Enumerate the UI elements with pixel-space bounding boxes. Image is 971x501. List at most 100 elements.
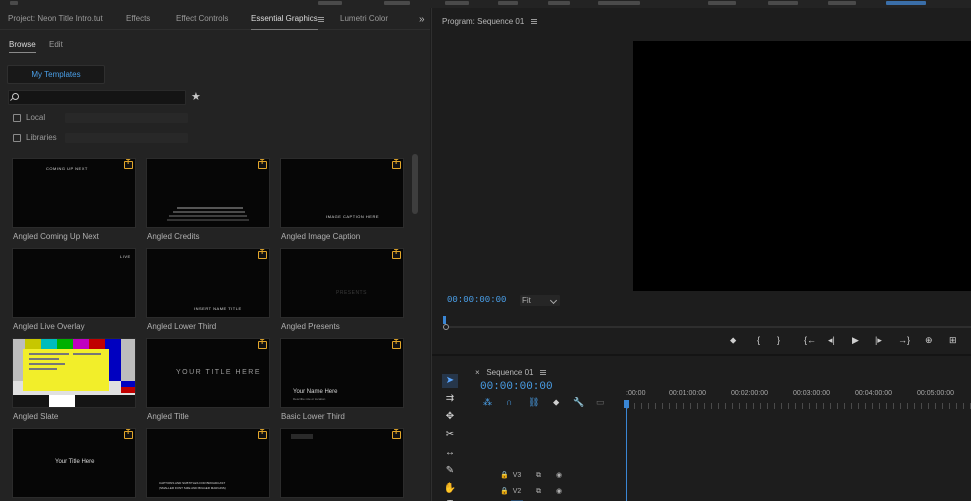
tab-effects[interactable]: Effects bbox=[126, 8, 150, 30]
program-timecode[interactable]: 00:00:00:00 bbox=[447, 295, 506, 305]
template-thumb-angled-image-caption[interactable]: IMAGE CAPTION HERE bbox=[280, 158, 404, 228]
timeline-timecode[interactable]: 00:00:00:00 bbox=[480, 381, 553, 393]
track-label[interactable]: V2 bbox=[511, 486, 523, 497]
template-label[interactable]: Angled Slate bbox=[13, 412, 58, 421]
template-thumb-angled-live-overlay[interactable]: LIVE bbox=[12, 248, 136, 318]
workspace-tab-active[interactable] bbox=[886, 1, 926, 5]
scrollbar-thumb[interactable] bbox=[412, 154, 418, 214]
workspace-tab[interactable] bbox=[598, 1, 640, 5]
timeline-settings-wrench-icon[interactable]: 🔧 bbox=[573, 397, 584, 408]
ripple-edit-tool-icon[interactable]: ✥ bbox=[442, 410, 458, 424]
my-templates-dropdown[interactable]: My Templates bbox=[7, 65, 105, 84]
nest-toggle-icon[interactable]: ⁂ bbox=[483, 397, 492, 408]
hand-tool-icon[interactable]: ✋ bbox=[442, 482, 458, 496]
timeline-ruler[interactable] bbox=[627, 403, 971, 409]
libraries-select[interactable] bbox=[65, 133, 188, 143]
zoom-handle[interactable] bbox=[443, 324, 449, 330]
overwrite-icon[interactable]: ⊞ bbox=[949, 335, 957, 346]
program-scrubber[interactable] bbox=[442, 316, 971, 330]
template-label[interactable]: Angled Image Caption bbox=[281, 232, 360, 241]
template-thumb-basic-title[interactable]: Your Title Here bbox=[12, 428, 136, 498]
timeline-playhead[interactable] bbox=[624, 400, 629, 408]
lock-icon[interactable]: 🔒 bbox=[500, 470, 509, 482]
pen-tool-icon[interactable]: ✎ bbox=[442, 464, 458, 478]
step-forward-icon[interactable]: |▸ bbox=[875, 335, 882, 346]
add-marker-timeline-icon[interactable]: ⬥ bbox=[553, 397, 559, 408]
workspace-tab[interactable] bbox=[384, 1, 410, 5]
sequence-tab[interactable]: × Sequence 01 bbox=[475, 368, 546, 377]
go-to-in-icon[interactable]: {← bbox=[804, 335, 816, 345]
template-thumb-unnamed[interactable] bbox=[280, 428, 404, 498]
captions-icon[interactable]: ▭ bbox=[596, 397, 605, 408]
browse-tab[interactable]: Browse bbox=[9, 40, 36, 53]
workspace-tab[interactable] bbox=[445, 1, 469, 5]
template-thumb-angled-title[interactable]: YOUR TITLE HERE bbox=[146, 338, 270, 408]
mark-in-icon[interactable]: { bbox=[757, 335, 760, 345]
workspace-tab[interactable] bbox=[318, 1, 342, 5]
search-input[interactable] bbox=[23, 91, 183, 104]
libraries-checkbox[interactable] bbox=[13, 133, 21, 142]
close-sequence-icon[interactable]: × bbox=[475, 368, 480, 377]
slip-tool-icon[interactable]: ↔ bbox=[442, 446, 458, 460]
template-thumb-angled-slate[interactable] bbox=[12, 338, 136, 408]
sync-lock-icon[interactable]: ⧉ bbox=[536, 470, 541, 482]
program-menu-icon[interactable] bbox=[530, 19, 537, 25]
tab-essential-graphics[interactable]: Essential Graphics bbox=[251, 8, 318, 30]
template-label[interactable]: Angled Title bbox=[147, 412, 189, 421]
panel-menu-icon[interactable] bbox=[318, 17, 324, 22]
template-label[interactable]: Angled Credits bbox=[147, 232, 199, 241]
insert-icon[interactable]: ⊕ bbox=[925, 335, 933, 346]
template-label[interactable]: Angled Coming Up Next bbox=[13, 232, 99, 241]
step-back-icon[interactable]: ◂| bbox=[828, 335, 835, 346]
template-label[interactable]: Angled Lower Third bbox=[147, 322, 216, 331]
track-label[interactable]: V3 bbox=[511, 470, 523, 481]
mark-out-icon[interactable]: } bbox=[777, 335, 780, 345]
home-icon[interactable] bbox=[10, 1, 18, 5]
template-thumb-angled-credits[interactable] bbox=[146, 158, 270, 228]
template-thumb-angled-lower-third[interactable]: INSERT NAME TITLE bbox=[146, 248, 270, 318]
razor-tool-icon[interactable]: ✂ bbox=[442, 428, 458, 442]
more-panels-chevron-icon[interactable]: » bbox=[419, 15, 425, 25]
template-label[interactable]: Basic Lower Third bbox=[281, 412, 345, 421]
local-filter[interactable]: Local bbox=[13, 112, 45, 124]
track-header-v3: 🔒 V3 ⧉ ◉ bbox=[498, 470, 608, 482]
selection-tool-icon[interactable]: ➤ bbox=[442, 374, 458, 388]
sync-lock-icon[interactable]: ⧉ bbox=[536, 486, 541, 498]
workspace-tab[interactable] bbox=[548, 1, 570, 5]
local-checkbox[interactable] bbox=[13, 113, 21, 122]
ruler-label: 00:05:00:00 bbox=[917, 390, 954, 397]
workspace-tab[interactable] bbox=[708, 1, 736, 5]
zoom-fit-dropdown[interactable]: Fit bbox=[520, 295, 560, 306]
favorites-star-icon[interactable]: ★ bbox=[191, 90, 201, 104]
tab-effect-controls[interactable]: Effect Controls bbox=[176, 8, 228, 30]
lock-icon[interactable]: 🔒 bbox=[500, 486, 509, 498]
program-monitor-title[interactable]: Program: Sequence 01 bbox=[442, 17, 537, 26]
tab-project[interactable]: Project: Neon Title Intro.tut bbox=[8, 8, 103, 30]
workspace-tab[interactable] bbox=[498, 1, 518, 5]
workspace-tab[interactable] bbox=[768, 1, 798, 5]
libraries-filter[interactable]: Libraries bbox=[13, 132, 57, 144]
workspace-tab[interactable] bbox=[828, 1, 856, 5]
program-viewer[interactable] bbox=[633, 41, 971, 291]
snap-icon[interactable]: ∩ bbox=[506, 397, 512, 407]
template-scrollbar[interactable] bbox=[412, 154, 418, 499]
template-thumb-angled-coming-up-next[interactable]: COMING UP NEXT bbox=[12, 158, 136, 228]
eye-icon[interactable]: ◉ bbox=[556, 470, 562, 482]
go-to-out-icon[interactable]: →} bbox=[898, 335, 910, 345]
preview-text: YOUR TITLE HERE bbox=[176, 369, 261, 376]
template-label[interactable]: Angled Presents bbox=[281, 322, 340, 331]
template-thumb-basic-lower-third[interactable]: Your Name Here Describe role or location bbox=[280, 338, 404, 408]
eye-icon[interactable]: ◉ bbox=[556, 486, 562, 498]
play-icon[interactable]: ▶ bbox=[852, 335, 859, 346]
template-thumb-angled-presents[interactable]: PRESENTS bbox=[280, 248, 404, 318]
tab-lumetri-color[interactable]: Lumetri Color bbox=[340, 8, 388, 30]
track-select-tool-icon[interactable]: ⇉ bbox=[442, 392, 458, 406]
template-thumb-captions[interactable]: CAPTIONS AND SUBTITLES FOR BROADCAST (SM… bbox=[146, 428, 270, 498]
template-label[interactable]: Angled Live Overlay bbox=[13, 322, 85, 331]
preview-text: Your Name Here bbox=[293, 389, 338, 395]
program-playhead[interactable] bbox=[443, 316, 446, 324]
linked-selection-icon[interactable]: ⛓ bbox=[528, 397, 539, 408]
add-marker-icon[interactable]: ⬥ bbox=[730, 335, 736, 346]
edit-tab[interactable]: Edit bbox=[49, 40, 63, 49]
sequence-menu-icon[interactable] bbox=[539, 370, 546, 376]
